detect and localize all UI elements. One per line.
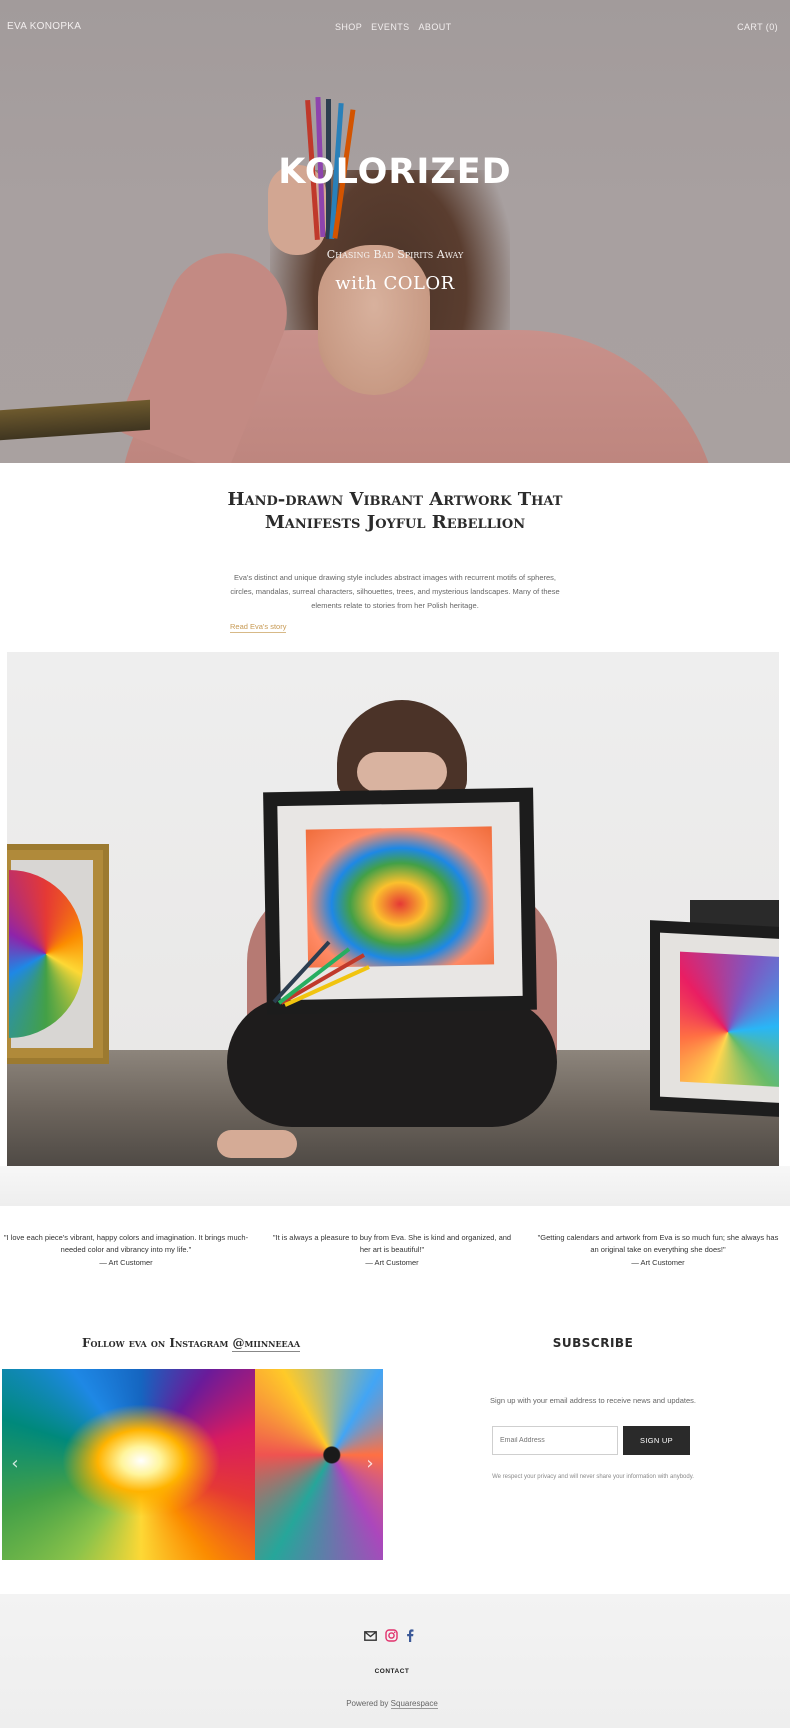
powered-prefix: Powered by bbox=[346, 1699, 391, 1708]
testimonial-divider bbox=[0, 1166, 790, 1206]
subscribe-text: Sign up with your email address to recei… bbox=[490, 1396, 696, 1405]
testimonial-3: "Getting calendars and artwork from Eva … bbox=[534, 1232, 782, 1269]
social-links bbox=[364, 1629, 414, 1642]
photo-person-legs bbox=[227, 997, 557, 1127]
sign-up-button[interactable]: SIGN UP bbox=[623, 1426, 690, 1455]
testimonial-2: "It is always a pleasure to buy from Eva… bbox=[268, 1232, 516, 1269]
subscribe-heading: SUBSCRIBE bbox=[552, 1336, 634, 1350]
gallery-prev-arrow-icon[interactable]: ‹ bbox=[4, 1449, 26, 1479]
nav-shop[interactable]: SHOP bbox=[335, 22, 362, 32]
site-title[interactable]: EVA KONOPKA bbox=[7, 21, 81, 32]
squarespace-link[interactable]: Squarespace bbox=[390, 1699, 438, 1709]
privacy-note: We respect your privacy and will never s… bbox=[492, 1474, 694, 1480]
powered-by: Powered by Squarespace bbox=[0, 1699, 784, 1709]
contact-link[interactable]: CONTACT bbox=[0, 1668, 784, 1675]
testimonial-quote: "Getting calendars and artwork from Eva … bbox=[537, 1233, 779, 1254]
instagram-gallery[interactable]: ‹ › bbox=[2, 1369, 383, 1560]
email-field[interactable] bbox=[492, 1426, 618, 1455]
instagram-icon[interactable] bbox=[385, 1629, 398, 1642]
testimonial-author: — Art Customer bbox=[631, 1258, 685, 1267]
hero-section bbox=[0, 0, 790, 463]
instagram-heading-text: Follow eva on Instagram bbox=[81, 1336, 233, 1350]
testimonial-quote: "It is always a pleasure to buy from Eva… bbox=[272, 1233, 512, 1254]
hero-subtitle-2: with COLOR bbox=[335, 273, 455, 294]
gallery-next-arrow-icon[interactable]: › bbox=[359, 1449, 381, 1479]
photo-person-foot bbox=[217, 1130, 297, 1158]
intro-heading: Hand-drawn Vibrant Artwork That Manifest… bbox=[227, 489, 563, 533]
feature-photo bbox=[7, 652, 779, 1166]
email-icon[interactable] bbox=[364, 1630, 377, 1641]
nav-about[interactable]: ABOUT bbox=[419, 22, 452, 32]
testimonial-quote: "I love each piece's vibrant, happy colo… bbox=[3, 1233, 249, 1254]
nav-events[interactable]: EVENTS bbox=[371, 22, 409, 32]
instagram-heading: Follow eva on Instagram @miinneeaa bbox=[0, 1336, 382, 1352]
testimonial-author: — Art Customer bbox=[365, 1258, 419, 1267]
hero-title: KOLORIZED bbox=[278, 152, 512, 192]
photo-pencils bbox=[272, 940, 370, 1007]
instagram-handle-link[interactable]: @miinneeaa bbox=[232, 1336, 301, 1352]
photo-person-eyes bbox=[357, 752, 447, 792]
top-navigation: EVA KONOPKA SHOP EVENTS ABOUT CART (0) bbox=[0, 0, 790, 54]
photo-right-artwork bbox=[650, 920, 779, 1118]
nav-links: SHOP EVENTS ABOUT bbox=[335, 22, 452, 32]
testimonial-author: — Art Customer bbox=[99, 1258, 153, 1267]
intro-text: Eva's distinct and unique drawing style … bbox=[230, 573, 560, 610]
read-story-link[interactable]: Read Eva's story bbox=[230, 622, 287, 633]
photo-left-artwork bbox=[7, 844, 109, 1064]
cart-link[interactable]: CART (0) bbox=[737, 22, 778, 32]
facebook-icon[interactable] bbox=[406, 1629, 414, 1642]
gallery-image[interactable] bbox=[2, 1369, 255, 1560]
hero-subtitle: Chasing Bad Spirits Away bbox=[326, 248, 464, 261]
hero-photo-face bbox=[318, 245, 430, 395]
testimonial-1: "I love each piece's vibrant, happy colo… bbox=[2, 1232, 250, 1269]
